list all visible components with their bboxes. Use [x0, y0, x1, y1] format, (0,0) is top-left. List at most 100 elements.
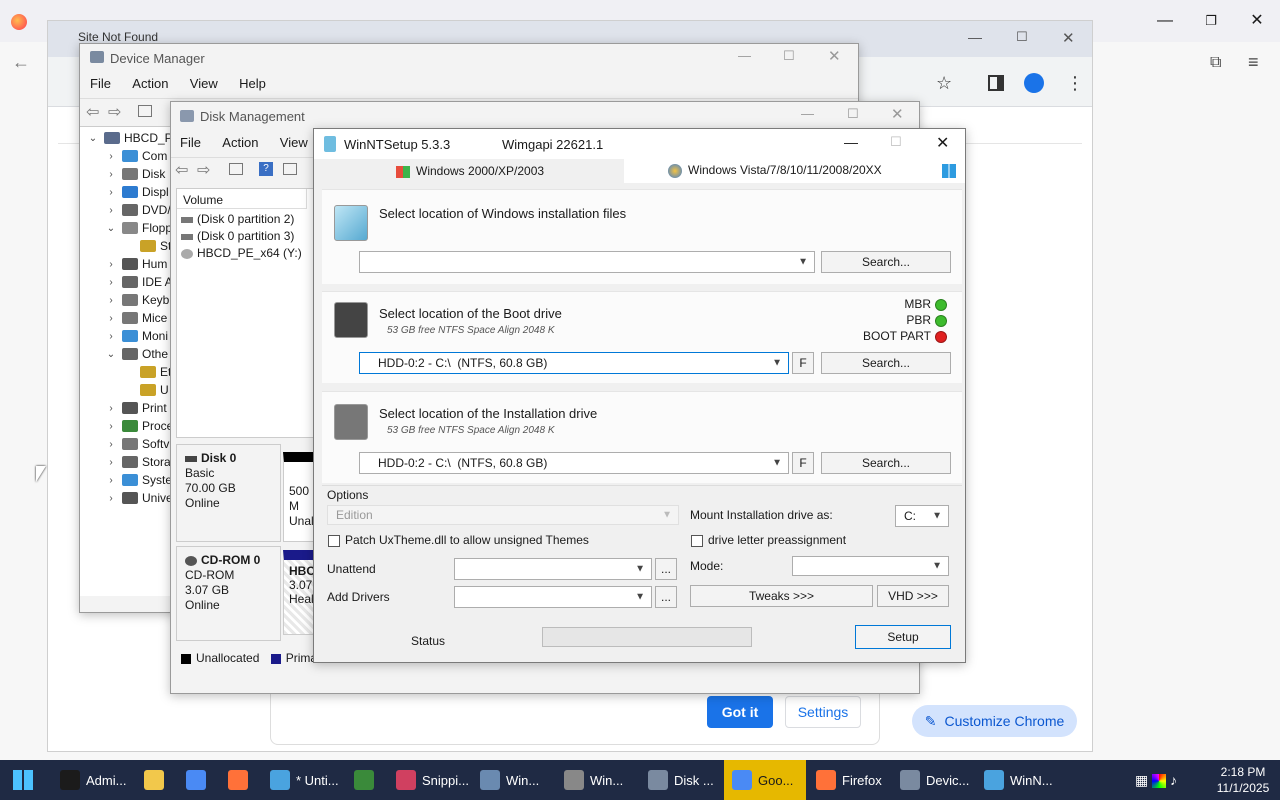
chevron-right-icon[interactable]: ›: [104, 295, 118, 306]
device-manager-close-icon[interactable]: ✕: [828, 47, 841, 65]
volume-row-1[interactable]: (Disk 0 partition 2): [181, 212, 294, 226]
chevron-down-icon[interactable]: ⌄: [104, 349, 118, 360]
taskbar-item[interactable]: [220, 760, 260, 800]
color-icon[interactable]: [1152, 774, 1167, 789]
start-button[interactable]: [0, 760, 46, 800]
chevron-right-icon[interactable]: ›: [104, 277, 118, 288]
device-manager-maximize-icon[interactable]: ☐: [783, 48, 795, 64]
disk-management-maximize-icon[interactable]: ☐: [847, 106, 859, 122]
install-files-search-button[interactable]: Search...: [821, 251, 951, 273]
boot-drive-f-button[interactable]: F: [792, 352, 814, 374]
tab-windows-modern[interactable]: Windows Vista/7/8/10/11/2008/20XX: [624, 159, 965, 183]
device-tree-item[interactable]: › Proce: [104, 417, 173, 435]
dm-properties-icon[interactable]: [138, 105, 152, 117]
device-tree-item[interactable]: ⌄ HBCD_PE: [86, 129, 181, 147]
taskbar-item[interactable]: [178, 760, 218, 800]
chevron-right-icon[interactable]: ›: [104, 187, 118, 198]
taskbar-item[interactable]: Admi...: [52, 760, 134, 800]
dm-menu-file[interactable]: File: [90, 76, 111, 91]
winntsetup-close-icon[interactable]: ✕: [936, 133, 949, 153]
dm-menu-help[interactable]: Help: [239, 76, 266, 91]
speaker-icon[interactable]: ♪: [1170, 772, 1177, 788]
cdrom0-panel[interactable]: CD-ROM 0 CD-ROM 3.07 GB Online: [176, 546, 281, 641]
dskm-menu-view[interactable]: View: [280, 135, 308, 150]
install-drive-combo[interactable]: HDD-0:2 - C:\ (NTFS, 60.8 GB) ▼: [359, 452, 789, 474]
dskm-forward-icon[interactable]: ⇨: [197, 160, 210, 180]
dskm-list-icon[interactable]: [229, 163, 243, 175]
chevron-right-icon[interactable]: ›: [104, 475, 118, 486]
firefox-back-icon[interactable]: ←: [12, 52, 30, 73]
device-manager-minimize-icon[interactable]: —: [738, 48, 751, 63]
chevron-right-icon[interactable]: ›: [104, 403, 118, 414]
mode-combo[interactable]: ▼: [792, 556, 949, 576]
vhd-button[interactable]: VHD >>>: [877, 585, 949, 607]
device-tree-item[interactable]: › Syste: [104, 471, 172, 489]
taskbar-item[interactable]: Win...: [472, 760, 554, 800]
taskbar-item[interactable]: Win...: [556, 760, 638, 800]
chevron-right-icon[interactable]: ›: [104, 457, 118, 468]
device-tree-item[interactable]: › IDE A: [104, 273, 172, 291]
device-tree-item[interactable]: Et: [122, 363, 171, 381]
patch-uxtheme-checkbox[interactable]: Patch UxTheme.dll to allow unsigned Them…: [328, 533, 589, 547]
volume-row-3[interactable]: HBCD_PE_x64 (Y:): [181, 246, 302, 260]
install-files-combo[interactable]: ▼: [359, 251, 815, 273]
device-tree-item[interactable]: › Print: [104, 399, 166, 417]
volume-row-2[interactable]: (Disk 0 partition 3): [181, 229, 294, 243]
patch-uxtheme-box[interactable]: [328, 534, 340, 547]
volume-column-header[interactable]: Volume: [177, 189, 307, 209]
dm-forward-icon[interactable]: ⇨: [108, 102, 121, 122]
firefox-menu-icon[interactable]: ≡: [1248, 52, 1259, 73]
setup-button[interactable]: Setup: [855, 625, 951, 649]
device-tree-item[interactable]: › Disk: [104, 165, 165, 183]
taskbar-item[interactable]: Goo...: [724, 760, 806, 800]
install-drive-search-button[interactable]: Search...: [821, 452, 951, 474]
device-tree-item[interactable]: › Com: [104, 147, 167, 165]
chrome-close-icon[interactable]: ✕: [1062, 29, 1075, 47]
boot-drive-search-button[interactable]: Search...: [821, 352, 951, 374]
mount-drive-combo[interactable]: C: ▼: [895, 505, 949, 527]
profile-avatar-icon[interactable]: [1024, 73, 1044, 93]
device-tree-item[interactable]: › DVD/: [104, 201, 170, 219]
chevron-right-icon[interactable]: ›: [104, 493, 118, 504]
side-panel-icon[interactable]: [988, 75, 1004, 91]
device-tree-item[interactable]: › Mice: [104, 309, 167, 327]
device-tree-item[interactable]: › Softv: [104, 435, 169, 453]
disk-management-close-icon[interactable]: ✕: [891, 105, 904, 123]
taskbar-item[interactable]: Disk ...: [640, 760, 722, 800]
install-drive-f-button[interactable]: F: [792, 452, 814, 474]
customize-chrome-button[interactable]: ✎ Customize Chrome: [912, 705, 1077, 737]
device-tree-item[interactable]: › Stora: [104, 453, 170, 471]
cdrom0-partition[interactable]: HBCD 3.07 Healt: [283, 550, 317, 635]
drive-letter-box[interactable]: [691, 534, 703, 547]
firefox-close-icon[interactable]: ✕: [1242, 8, 1272, 34]
chevron-down-icon[interactable]: ⌄: [104, 223, 118, 234]
tab-windows-legacy[interactable]: Windows 2000/XP/2003: [314, 159, 624, 183]
chrome-menu-icon[interactable]: ⋮: [1066, 73, 1084, 94]
chevron-right-icon[interactable]: ›: [104, 205, 118, 216]
unattend-combo[interactable]: ▼: [454, 558, 652, 580]
chevron-right-icon[interactable]: ›: [104, 259, 118, 270]
dskm-menu-action[interactable]: Action: [222, 135, 258, 150]
add-drivers-browse-button[interactable]: ...: [655, 586, 677, 608]
taskbar-item[interactable]: [136, 760, 176, 800]
chevron-right-icon[interactable]: ›: [104, 169, 118, 180]
chevron-right-icon[interactable]: ›: [104, 439, 118, 450]
dskm-menu-file[interactable]: File: [180, 135, 201, 150]
disk-management-minimize-icon[interactable]: —: [801, 106, 814, 121]
taskbar-clock[interactable]: 2:18 PM 11/1/2025: [1208, 764, 1278, 796]
chrome-maximize-icon[interactable]: ☐: [1016, 29, 1028, 45]
chevron-right-icon[interactable]: ›: [104, 421, 118, 432]
taskbar-item[interactable]: Firefox: [808, 760, 890, 800]
firefox-extensions-icon[interactable]: ⧉: [1210, 54, 1221, 72]
dm-menu-action[interactable]: Action: [132, 76, 168, 91]
unattend-browse-button[interactable]: ...: [655, 558, 677, 580]
chevron-right-icon[interactable]: ›: [104, 151, 118, 162]
tweaks-button[interactable]: Tweaks >>>: [690, 585, 873, 607]
device-tree-item[interactable]: › Hum: [104, 255, 167, 273]
firefox-restore-icon[interactable]: ❐: [1196, 8, 1226, 34]
winntsetup-minimize-icon[interactable]: —: [844, 134, 858, 150]
taskbar-item[interactable]: Devic...: [892, 760, 974, 800]
device-tree-item[interactable]: › Unive: [104, 489, 172, 507]
device-tree-item[interactable]: U: [122, 381, 169, 399]
drive-letter-checkbox[interactable]: drive letter preassignment: [691, 533, 846, 547]
